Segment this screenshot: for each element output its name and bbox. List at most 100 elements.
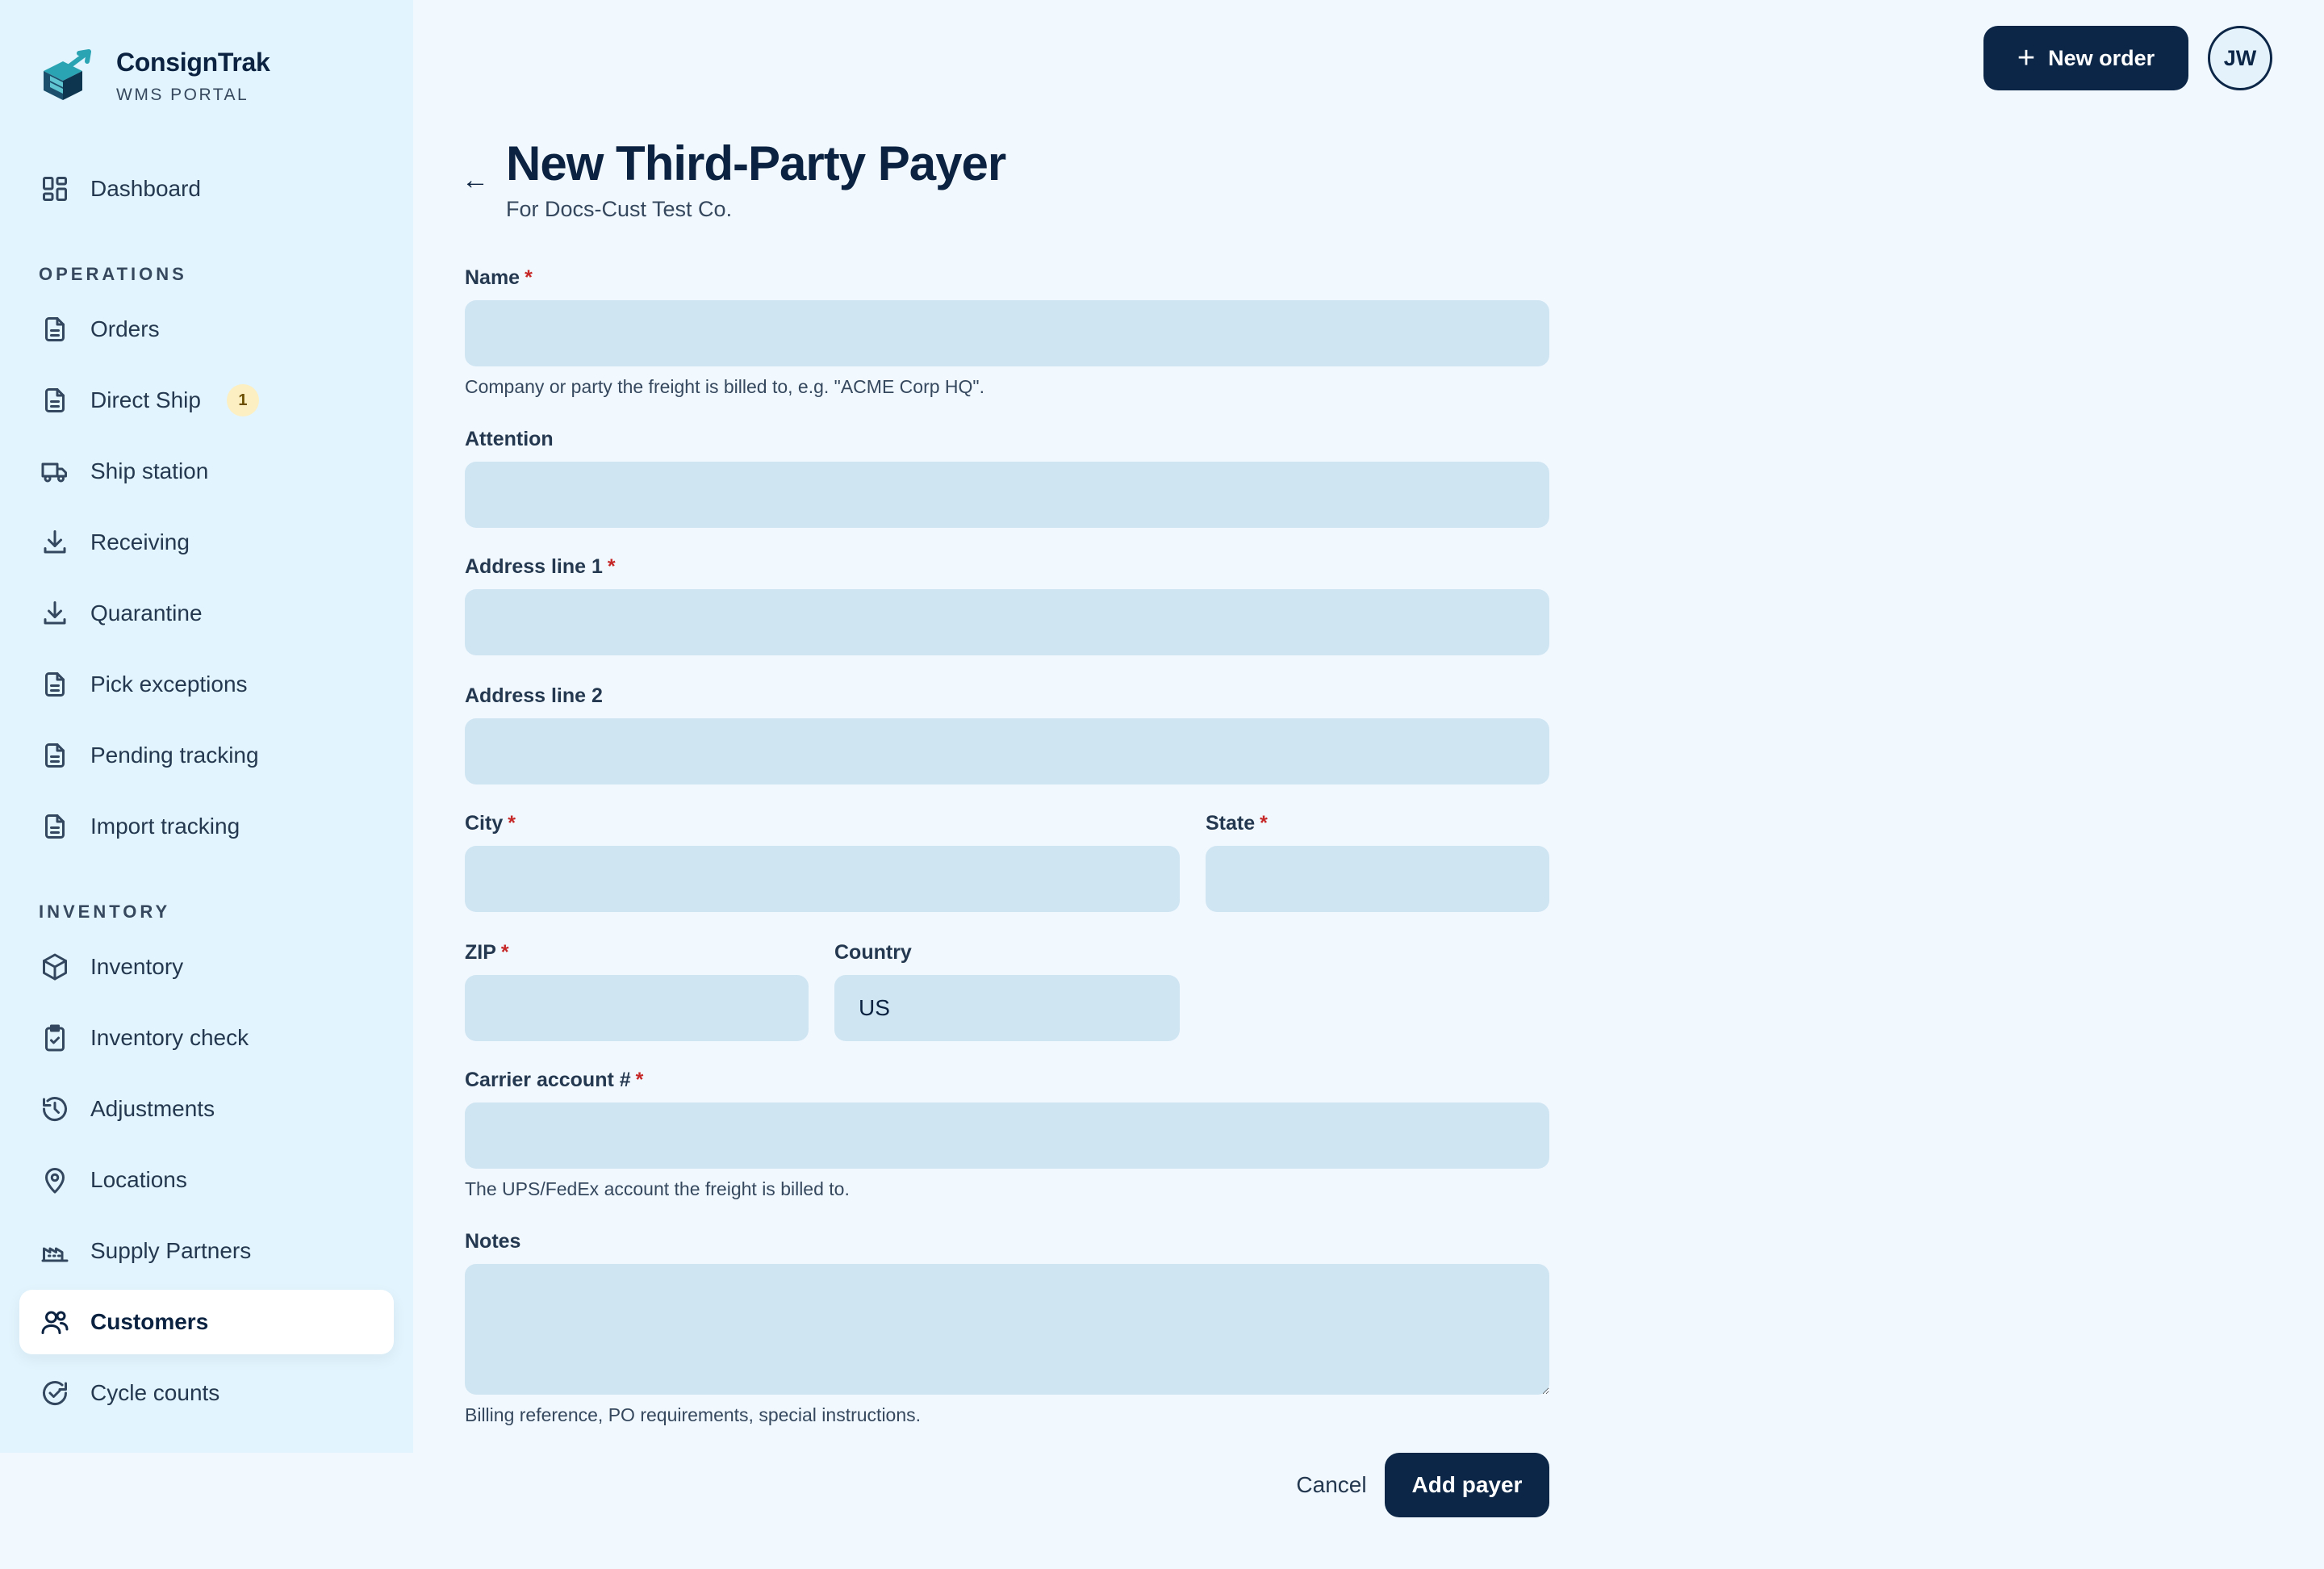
sidebar-section-operations: OPERATIONS [39, 264, 187, 284]
count-badge: 1 [226, 384, 259, 416]
country-input[interactable] [834, 975, 1180, 1041]
sidebar-item-direct-ship[interactable]: Direct Ship 1 [19, 368, 394, 433]
sidebar-item-orders[interactable]: Orders [19, 297, 394, 362]
box-icon [39, 951, 71, 983]
label-text: Address line 1 [465, 555, 603, 578]
city-field-label: City * [465, 812, 516, 835]
carrier-account-field-label: Carrier account # * [465, 1069, 643, 1092]
required-marker: * [500, 941, 509, 964]
sidebar: ConsignTrak WMS PORTAL Dashboard OPERATI… [0, 0, 413, 1453]
carrier-account-input[interactable] [465, 1102, 1549, 1169]
brand-subtitle: WMS PORTAL [116, 85, 249, 104]
sidebar-item-label: Inventory check [90, 1025, 249, 1050]
sidebar-item-inventory-check[interactable]: Inventory check [19, 1006, 394, 1070]
zip-input[interactable] [465, 975, 809, 1041]
page-subtitle: For Docs-Cust Test Co. [506, 197, 733, 221]
clipboard-check-icon [39, 1022, 71, 1054]
sidebar-item-label: Locations [90, 1167, 187, 1192]
label-text: State [1206, 812, 1256, 835]
attention-input[interactable] [465, 462, 1549, 528]
sidebar-item-import-tracking[interactable]: Import tracking [19, 794, 394, 859]
sidebar-item-quarantine[interactable]: Quarantine [19, 581, 394, 646]
sidebar-item-label: Receiving [90, 529, 190, 554]
cancel-button[interactable]: Cancel [1275, 1453, 1388, 1517]
plus-icon: + [2017, 41, 2036, 75]
app: ConsignTrak WMS PORTAL Dashboard OPERATI… [0, 0, 2324, 1569]
sidebar-item-label: Pick exceptions [90, 672, 248, 697]
new-order-button[interactable]: + New order [1983, 26, 2188, 90]
map-pin-icon [39, 1164, 71, 1196]
add-payer-button[interactable]: Add payer [1385, 1453, 1549, 1517]
sidebar-section-inventory: INVENTORY [39, 902, 171, 922]
sidebar-item-dashboard[interactable]: Dashboard [19, 157, 394, 221]
dashboard-icon [39, 173, 71, 205]
address1-field-label: Address line 1 * [465, 555, 616, 579]
sidebar-item-label: Adjustments [90, 1096, 215, 1121]
document-icon [39, 313, 71, 345]
label-text: Carrier account # [465, 1069, 631, 1091]
required-marker: * [607, 555, 616, 578]
users-icon [39, 1306, 71, 1338]
brand-name: ConsignTrak [116, 47, 270, 77]
sidebar-item-ship-station[interactable]: Ship station [19, 439, 394, 504]
label-text: ZIP [465, 941, 496, 964]
download-icon [39, 526, 71, 559]
document-icon [39, 810, 71, 843]
sidebar-item-locations[interactable]: Locations [19, 1148, 394, 1212]
sidebar-item-label: Customers [90, 1309, 209, 1334]
sidebar-item-customers[interactable]: Customers [19, 1290, 394, 1354]
address2-field-label: Address line 2 [465, 684, 603, 707]
document-icon [39, 668, 71, 701]
required-marker: * [525, 266, 533, 289]
refresh-check-icon [39, 1377, 71, 1409]
sidebar-item-pick-exceptions[interactable]: Pick exceptions [19, 652, 394, 717]
sidebar-item-label: Cycle counts [90, 1380, 220, 1405]
history-icon [39, 1093, 71, 1125]
notes-textarea[interactable] [465, 1264, 1549, 1395]
address2-input[interactable] [465, 718, 1549, 784]
user-avatar[interactable]: JW [2208, 26, 2272, 90]
zip-field-label: ZIP * [465, 941, 509, 964]
sidebar-item-supply-partners[interactable]: Supply Partners [19, 1219, 394, 1283]
notes-field-label: Notes [465, 1230, 521, 1253]
name-field-label: Name * [465, 266, 533, 290]
attention-field-label: Attention [465, 428, 554, 450]
page-title: New Third-Party Payer [506, 136, 1006, 190]
document-icon [39, 739, 71, 772]
label-text: Name [465, 266, 520, 289]
sidebar-item-label: Supply Partners [90, 1238, 252, 1263]
required-marker: * [508, 812, 516, 835]
sidebar-item-adjustments[interactable]: Adjustments [19, 1077, 394, 1141]
sidebar-item-label: Direct Ship [90, 387, 201, 412]
sidebar-item-cycle-counts[interactable]: Cycle counts [19, 1361, 394, 1425]
required-marker: * [1260, 812, 1268, 835]
brand[interactable]: ConsignTrak WMS PORTAL [39, 44, 270, 108]
sidebar-item-label: Orders [90, 316, 160, 341]
consigntrak-logo-icon [44, 49, 91, 100]
sidebar-item-label: Import tracking [90, 814, 240, 839]
sidebar-item-label: Inventory [90, 954, 184, 979]
state-field-label: State * [1206, 812, 1268, 835]
address1-input[interactable] [465, 589, 1549, 655]
sidebar-item-receiving[interactable]: Receiving [19, 510, 394, 575]
city-input[interactable] [465, 846, 1180, 912]
sidebar-item-inventory[interactable]: Inventory [19, 935, 394, 999]
notes-hint: Billing reference, PO requirements, spec… [465, 1404, 922, 1425]
state-input[interactable] [1206, 846, 1549, 912]
sidebar-item-pending-tracking[interactable]: Pending tracking [19, 723, 394, 788]
country-field-label: Country [834, 941, 912, 964]
new-order-label: New order [2048, 45, 2155, 70]
sidebar-item-label: Dashboard [90, 176, 201, 201]
name-hint: Company or party the freight is billed t… [465, 376, 984, 397]
factory-icon [39, 1235, 71, 1267]
truck-icon [39, 455, 71, 487]
carrier-account-hint: The UPS/FedEx account the freight is bil… [465, 1178, 850, 1199]
label-text: City [465, 812, 504, 835]
sidebar-item-label: Quarantine [90, 600, 203, 626]
download-icon [39, 597, 71, 630]
arrow-left-icon[interactable]: ← [462, 166, 489, 194]
sidebar-item-label: Ship station [90, 458, 209, 483]
name-input[interactable] [465, 300, 1549, 366]
document-icon [39, 384, 71, 416]
sidebar-item-label: Pending tracking [90, 743, 259, 768]
